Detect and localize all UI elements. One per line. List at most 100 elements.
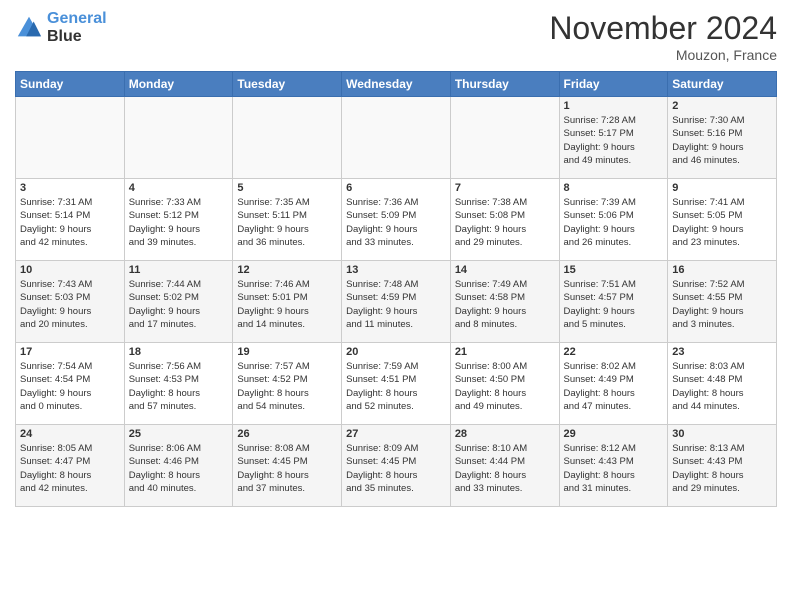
- day-number: 12: [237, 264, 337, 276]
- day-info: Sunrise: 8:12 AM Sunset: 4:43 PM Dayligh…: [564, 442, 664, 495]
- calendar-cell: 18 Sunrise: 7:56 AM Sunset: 4:53 PM Dayli…: [124, 343, 233, 425]
- day-info: Sunrise: 7:52 AM Sunset: 4:55 PM Dayligh…: [672, 278, 772, 331]
- day-info: Sunrise: 7:41 AM Sunset: 5:05 PM Dayligh…: [672, 196, 772, 249]
- day-info: Sunrise: 7:57 AM Sunset: 4:52 PM Dayligh…: [237, 360, 337, 413]
- header-saturday: Saturday: [668, 72, 777, 97]
- day-info: Sunrise: 8:06 AM Sunset: 4:46 PM Dayligh…: [129, 442, 229, 495]
- day-info: Sunrise: 7:39 AM Sunset: 5:06 PM Dayligh…: [564, 196, 664, 249]
- day-number: 1: [564, 100, 664, 112]
- calendar-cell: [342, 97, 451, 179]
- day-info: Sunrise: 7:35 AM Sunset: 5:11 PM Dayligh…: [237, 196, 337, 249]
- day-number: 3: [20, 182, 120, 194]
- calendar-week-2: 3 Sunrise: 7:31 AM Sunset: 5:14 PM Daylig…: [16, 179, 777, 261]
- day-info: Sunrise: 8:05 AM Sunset: 4:47 PM Dayligh…: [20, 442, 120, 495]
- calendar-cell: 4 Sunrise: 7:33 AM Sunset: 5:12 PM Daylig…: [124, 179, 233, 261]
- day-info: Sunrise: 8:03 AM Sunset: 4:48 PM Dayligh…: [672, 360, 772, 413]
- day-number: 6: [346, 182, 446, 194]
- day-info: Sunrise: 7:31 AM Sunset: 5:14 PM Dayligh…: [20, 196, 120, 249]
- calendar-cell: 7 Sunrise: 7:38 AM Sunset: 5:08 PM Daylig…: [450, 179, 559, 261]
- header-friday: Friday: [559, 72, 668, 97]
- day-info: Sunrise: 7:48 AM Sunset: 4:59 PM Dayligh…: [346, 278, 446, 331]
- header-monday: Monday: [124, 72, 233, 97]
- day-number: 21: [455, 346, 555, 358]
- day-info: Sunrise: 7:56 AM Sunset: 4:53 PM Dayligh…: [129, 360, 229, 413]
- day-info: Sunrise: 8:08 AM Sunset: 4:45 PM Dayligh…: [237, 442, 337, 495]
- calendar-cell: 17 Sunrise: 7:54 AM Sunset: 4:54 PM Dayli…: [16, 343, 125, 425]
- calendar-cell: 24 Sunrise: 8:05 AM Sunset: 4:47 PM Dayli…: [16, 425, 125, 507]
- day-info: Sunrise: 7:38 AM Sunset: 5:08 PM Dayligh…: [455, 196, 555, 249]
- calendar-cell: 19 Sunrise: 7:57 AM Sunset: 4:52 PM Dayli…: [233, 343, 342, 425]
- header: General Blue November 2024 Mouzon, Franc…: [15, 10, 777, 63]
- day-info: Sunrise: 8:13 AM Sunset: 4:43 PM Dayligh…: [672, 442, 772, 495]
- calendar-header-row: Sunday Monday Tuesday Wednesday Thursday…: [16, 72, 777, 97]
- logo-text: General Blue: [47, 10, 107, 45]
- day-info: Sunrise: 7:44 AM Sunset: 5:02 PM Dayligh…: [129, 278, 229, 331]
- day-info: Sunrise: 7:43 AM Sunset: 5:03 PM Dayligh…: [20, 278, 120, 331]
- calendar-cell: [450, 97, 559, 179]
- calendar-cell: 27 Sunrise: 8:09 AM Sunset: 4:45 PM Dayli…: [342, 425, 451, 507]
- calendar-cell: 14Sunrise: 7:49 AM Sunset: 4:58 PM Dayli…: [450, 261, 559, 343]
- calendar-week-4: 17 Sunrise: 7:54 AM Sunset: 4:54 PM Dayli…: [16, 343, 777, 425]
- calendar-cell: 11 Sunrise: 7:44 AM Sunset: 5:02 PM Dayli…: [124, 261, 233, 343]
- calendar-cell: 9Sunrise: 7:41 AM Sunset: 5:05 PM Daylig…: [668, 179, 777, 261]
- day-number: 27: [346, 428, 446, 440]
- day-number: 20: [346, 346, 446, 358]
- calendar-cell: 21 Sunrise: 8:00 AM Sunset: 4:50 PM Dayli…: [450, 343, 559, 425]
- day-info: Sunrise: 7:51 AM Sunset: 4:57 PM Dayligh…: [564, 278, 664, 331]
- day-info: Sunrise: 7:36 AM Sunset: 5:09 PM Dayligh…: [346, 196, 446, 249]
- day-info: Sunrise: 7:54 AM Sunset: 4:54 PM Dayligh…: [20, 360, 120, 413]
- day-number: 18: [129, 346, 229, 358]
- day-info: Sunrise: 7:33 AM Sunset: 5:12 PM Dayligh…: [129, 196, 229, 249]
- calendar-week-3: 10Sunrise: 7:43 AM Sunset: 5:03 PM Dayli…: [16, 261, 777, 343]
- day-number: 17: [20, 346, 120, 358]
- calendar-cell: 12 Sunrise: 7:46 AM Sunset: 5:01 PM Dayli…: [233, 261, 342, 343]
- day-number: 29: [564, 428, 664, 440]
- day-number: 4: [129, 182, 229, 194]
- day-number: 26: [237, 428, 337, 440]
- day-info: Sunrise: 7:46 AM Sunset: 5:01 PM Dayligh…: [237, 278, 337, 331]
- day-number: 24: [20, 428, 120, 440]
- day-info: Sunrise: 8:09 AM Sunset: 4:45 PM Dayligh…: [346, 442, 446, 495]
- day-info: Sunrise: 7:59 AM Sunset: 4:51 PM Dayligh…: [346, 360, 446, 413]
- calendar-cell: [124, 97, 233, 179]
- day-info: Sunrise: 7:49 AM Sunset: 4:58 PM Dayligh…: [455, 278, 555, 331]
- day-number: 30: [672, 428, 772, 440]
- day-number: 7: [455, 182, 555, 194]
- day-number: 25: [129, 428, 229, 440]
- calendar-cell: 29 Sunrise: 8:12 AM Sunset: 4:43 PM Dayli…: [559, 425, 668, 507]
- title-area: November 2024 Mouzon, France: [549, 10, 777, 63]
- day-number: 15: [564, 264, 664, 276]
- day-info: Sunrise: 8:00 AM Sunset: 4:50 PM Dayligh…: [455, 360, 555, 413]
- month-title: November 2024: [549, 10, 777, 47]
- calendar-cell: 6 Sunrise: 7:36 AM Sunset: 5:09 PM Daylig…: [342, 179, 451, 261]
- calendar-cell: 1 Sunrise: 7:28 AM Sunset: 5:17 PM Daylig…: [559, 97, 668, 179]
- calendar-cell: 30 Sunrise: 8:13 AM Sunset: 4:43 PM Dayli…: [668, 425, 777, 507]
- header-tuesday: Tuesday: [233, 72, 342, 97]
- day-info: Sunrise: 7:28 AM Sunset: 5:17 PM Dayligh…: [564, 114, 664, 167]
- day-number: 5: [237, 182, 337, 194]
- calendar-cell: 23Sunrise: 8:03 AM Sunset: 4:48 PM Dayli…: [668, 343, 777, 425]
- calendar-cell: 3 Sunrise: 7:31 AM Sunset: 5:14 PM Daylig…: [16, 179, 125, 261]
- calendar-cell: 2Sunrise: 7:30 AM Sunset: 5:16 PM Daylig…: [668, 97, 777, 179]
- location: Mouzon, France: [549, 47, 777, 63]
- calendar-cell: [16, 97, 125, 179]
- calendar-week-5: 24 Sunrise: 8:05 AM Sunset: 4:47 PM Dayli…: [16, 425, 777, 507]
- page: General Blue November 2024 Mouzon, Franc…: [0, 0, 792, 612]
- calendar-cell: 8 Sunrise: 7:39 AM Sunset: 5:06 PM Daylig…: [559, 179, 668, 261]
- calendar-cell: 13 Sunrise: 7:48 AM Sunset: 4:59 PM Dayli…: [342, 261, 451, 343]
- calendar-cell: 10Sunrise: 7:43 AM Sunset: 5:03 PM Dayli…: [16, 261, 125, 343]
- day-number: 28: [455, 428, 555, 440]
- day-number: 13: [346, 264, 446, 276]
- calendar-cell: 26 Sunrise: 8:08 AM Sunset: 4:45 PM Dayli…: [233, 425, 342, 507]
- day-number: 22: [564, 346, 664, 358]
- day-info: Sunrise: 8:10 AM Sunset: 4:44 PM Dayligh…: [455, 442, 555, 495]
- day-info: Sunrise: 7:30 AM Sunset: 5:16 PM Dayligh…: [672, 114, 772, 167]
- day-number: 8: [564, 182, 664, 194]
- calendar-cell: 22 Sunrise: 8:02 AM Sunset: 4:49 PM Dayli…: [559, 343, 668, 425]
- header-wednesday: Wednesday: [342, 72, 451, 97]
- day-info: Sunrise: 8:02 AM Sunset: 4:49 PM Dayligh…: [564, 360, 664, 413]
- calendar-cell: 28 Sunrise: 8:10 AM Sunset: 4:44 PM Dayli…: [450, 425, 559, 507]
- day-number: 11: [129, 264, 229, 276]
- day-number: 19: [237, 346, 337, 358]
- calendar-cell: 16Sunrise: 7:52 AM Sunset: 4:55 PM Dayli…: [668, 261, 777, 343]
